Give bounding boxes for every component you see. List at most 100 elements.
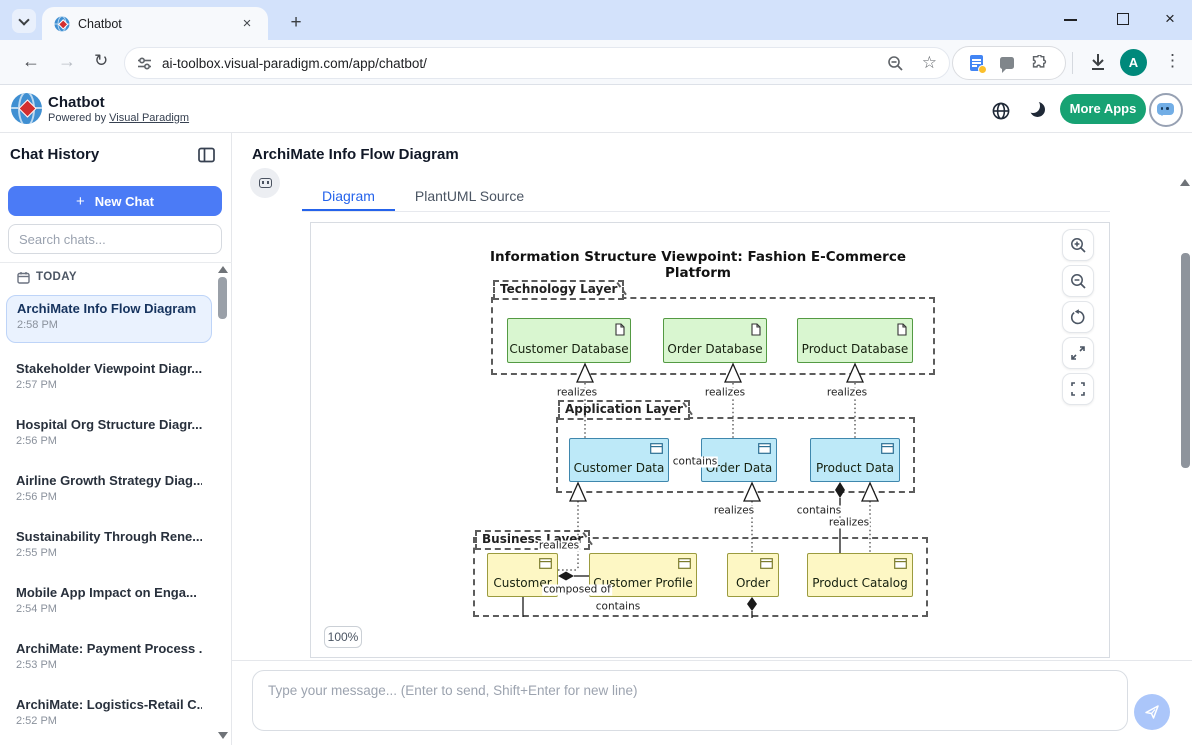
tab-title: Chatbot [78, 17, 238, 31]
extensions-icon[interactable] [1031, 55, 1048, 72]
sidebar-item-chat[interactable]: ArchiMate Info Flow Diagram2:58 PM [6, 295, 212, 343]
site-info-icon[interactable] [137, 56, 152, 71]
expand-button[interactable] [1062, 337, 1094, 369]
tab-close-icon[interactable]: × [238, 15, 256, 33]
visual-paradigm-link[interactable]: Visual Paradigm [109, 112, 189, 124]
minimize-button[interactable] [1064, 19, 1077, 21]
chatbot-widget-icon[interactable] [1149, 93, 1183, 127]
zoom-out-indicator-icon[interactable] [887, 55, 904, 72]
toolbar-separator [1072, 52, 1073, 74]
zoom-level-badge: 100% [324, 626, 362, 648]
edge-label-realizes: realizes [713, 506, 755, 517]
browser-menu-icon[interactable]: ⋮ [1164, 51, 1181, 71]
browser-window: Chatbot × + × ← → ↻ ai-toolbox.visual-pa… [0, 0, 1192, 745]
bookmark-icon[interactable]: ☆ [922, 53, 937, 73]
assistant-avatar [250, 168, 280, 198]
zoom-out-button[interactable] [1062, 265, 1094, 297]
tab-diagram[interactable]: Diagram [302, 183, 395, 211]
forward-icon[interactable]: → [58, 51, 76, 72]
main-scrollbar-thumb[interactable] [1181, 253, 1190, 468]
zoom-out-icon [1070, 273, 1087, 290]
sidebar-scrollbar-thumb[interactable] [218, 277, 227, 319]
tab-search-button[interactable] [12, 9, 36, 33]
main-scroll-up-icon[interactable] [1180, 179, 1190, 186]
comment-icon[interactable] [1000, 57, 1014, 69]
new-chat-button[interactable]: + New Chat [8, 186, 222, 216]
fullscreen-button[interactable] [1062, 373, 1094, 405]
artifact-icon [897, 323, 907, 336]
node-order: Order [727, 553, 779, 597]
sidebar-item-chat[interactable]: Hospital Org Structure Diagr...2:56 PM [6, 412, 212, 460]
maximize-button[interactable] [1117, 13, 1129, 25]
node-customer-database: Customer Database [507, 318, 631, 363]
docs-offline-icon[interactable] [970, 55, 983, 71]
search-chats-input[interactable] [8, 224, 222, 254]
edge-label-realizes: realizes [704, 388, 746, 399]
send-icon [1144, 704, 1160, 720]
more-apps-button[interactable]: More Apps [1060, 94, 1146, 124]
tab-plantuml-source[interactable]: PlantUML Source [395, 183, 544, 211]
window-close-button[interactable]: × [1161, 8, 1179, 30]
address-bar[interactable]: ai-toolbox.visual-paradigm.com/app/chatb… [124, 47, 950, 79]
app-name: Chatbot [48, 94, 105, 111]
edge-label-realizes: realizes [538, 541, 580, 552]
reset-view-button[interactable] [1062, 301, 1094, 333]
edge-label-composed-of: composed of [542, 585, 612, 596]
powered-by: Powered by Visual Paradigm [48, 112, 189, 124]
technology-layer-label: Technology Layer [493, 280, 624, 300]
extensions-pill [952, 46, 1066, 80]
artifact-icon [751, 323, 761, 336]
result-tabs: Diagram PlantUML Source [302, 183, 1110, 212]
sidebar-item-chat[interactable]: Sustainability Through Rene...2:55 PM [6, 524, 212, 572]
sidebar-item-chat[interactable]: ArchiMate: Payment Process ...2:53 PM [6, 636, 212, 684]
url-text[interactable]: ai-toolbox.visual-paradigm.com/app/chatb… [162, 56, 887, 71]
artifact-icon [615, 323, 625, 336]
application-layer-label: Application Layer [558, 400, 690, 420]
plus-icon: + [76, 193, 85, 210]
back-icon[interactable]: ← [22, 51, 40, 72]
dark-mode-icon[interactable] [1030, 102, 1045, 117]
browser-tab[interactable]: Chatbot × [42, 7, 268, 40]
message-input-wrapper[interactable] [252, 670, 1128, 731]
edge-label-contains: contains [595, 602, 641, 613]
sidebar-scroll-up-icon[interactable] [218, 266, 228, 273]
sidebar-item-chat[interactable]: Airline Growth Strategy Diag...2:56 PM [6, 468, 212, 516]
expand-icon [1070, 345, 1086, 361]
robot-icon [259, 178, 272, 188]
edge-label-contains: contains [672, 457, 718, 468]
send-button[interactable] [1134, 694, 1170, 730]
message-input[interactable] [268, 683, 1112, 718]
edge-label-contains: contains [796, 506, 842, 517]
node-product-database: Product Database [797, 318, 913, 363]
reload-icon[interactable]: ↻ [94, 51, 108, 71]
sidebar-item-chat[interactable]: Stakeholder Viewpoint Diagr...2:57 PM [6, 356, 212, 404]
sidebar-item-chat[interactable]: Mobile App Impact on Enga...2:54 PM [6, 580, 212, 628]
language-globe-icon[interactable] [992, 102, 1010, 120]
chat-history-heading: Chat History [10, 146, 99, 163]
chevron-down-icon [18, 14, 29, 25]
node-product-data: Product Data [810, 438, 900, 482]
business-object-icon [539, 558, 552, 569]
data-object-icon [758, 443, 771, 454]
sidebar-scroll-down-icon[interactable] [218, 732, 228, 739]
fullscreen-icon [1070, 381, 1086, 397]
edge-label-realizes: realizes [828, 518, 870, 529]
sidebar-item-chat[interactable]: ArchiMate: Logistics-Retail C...2:52 PM [6, 692, 212, 740]
profile-avatar[interactable]: A [1120, 49, 1147, 76]
zoom-in-button[interactable] [1062, 229, 1094, 261]
node-order-database: Order Database [663, 318, 767, 363]
page-title: ArchiMate Info Flow Diagram [252, 146, 459, 163]
diagram-title: Information Structure Viewpoint: Fashion… [458, 249, 938, 281]
zoom-in-icon [1070, 237, 1087, 254]
node-product-catalog: Product Catalog [807, 553, 913, 597]
new-tab-button[interactable]: + [284, 11, 308, 35]
collapse-sidebar-icon[interactable] [198, 147, 215, 163]
diagram-canvas: Information Structure Viewpoint: Fashion… [458, 240, 938, 630]
section-today: TODAY [36, 271, 77, 283]
app-header [0, 85, 1192, 133]
data-object-icon [650, 443, 663, 454]
reset-icon [1070, 309, 1087, 326]
download-icon[interactable] [1088, 52, 1108, 72]
sidebar-divider [0, 262, 232, 263]
tab-favicon [54, 16, 70, 32]
